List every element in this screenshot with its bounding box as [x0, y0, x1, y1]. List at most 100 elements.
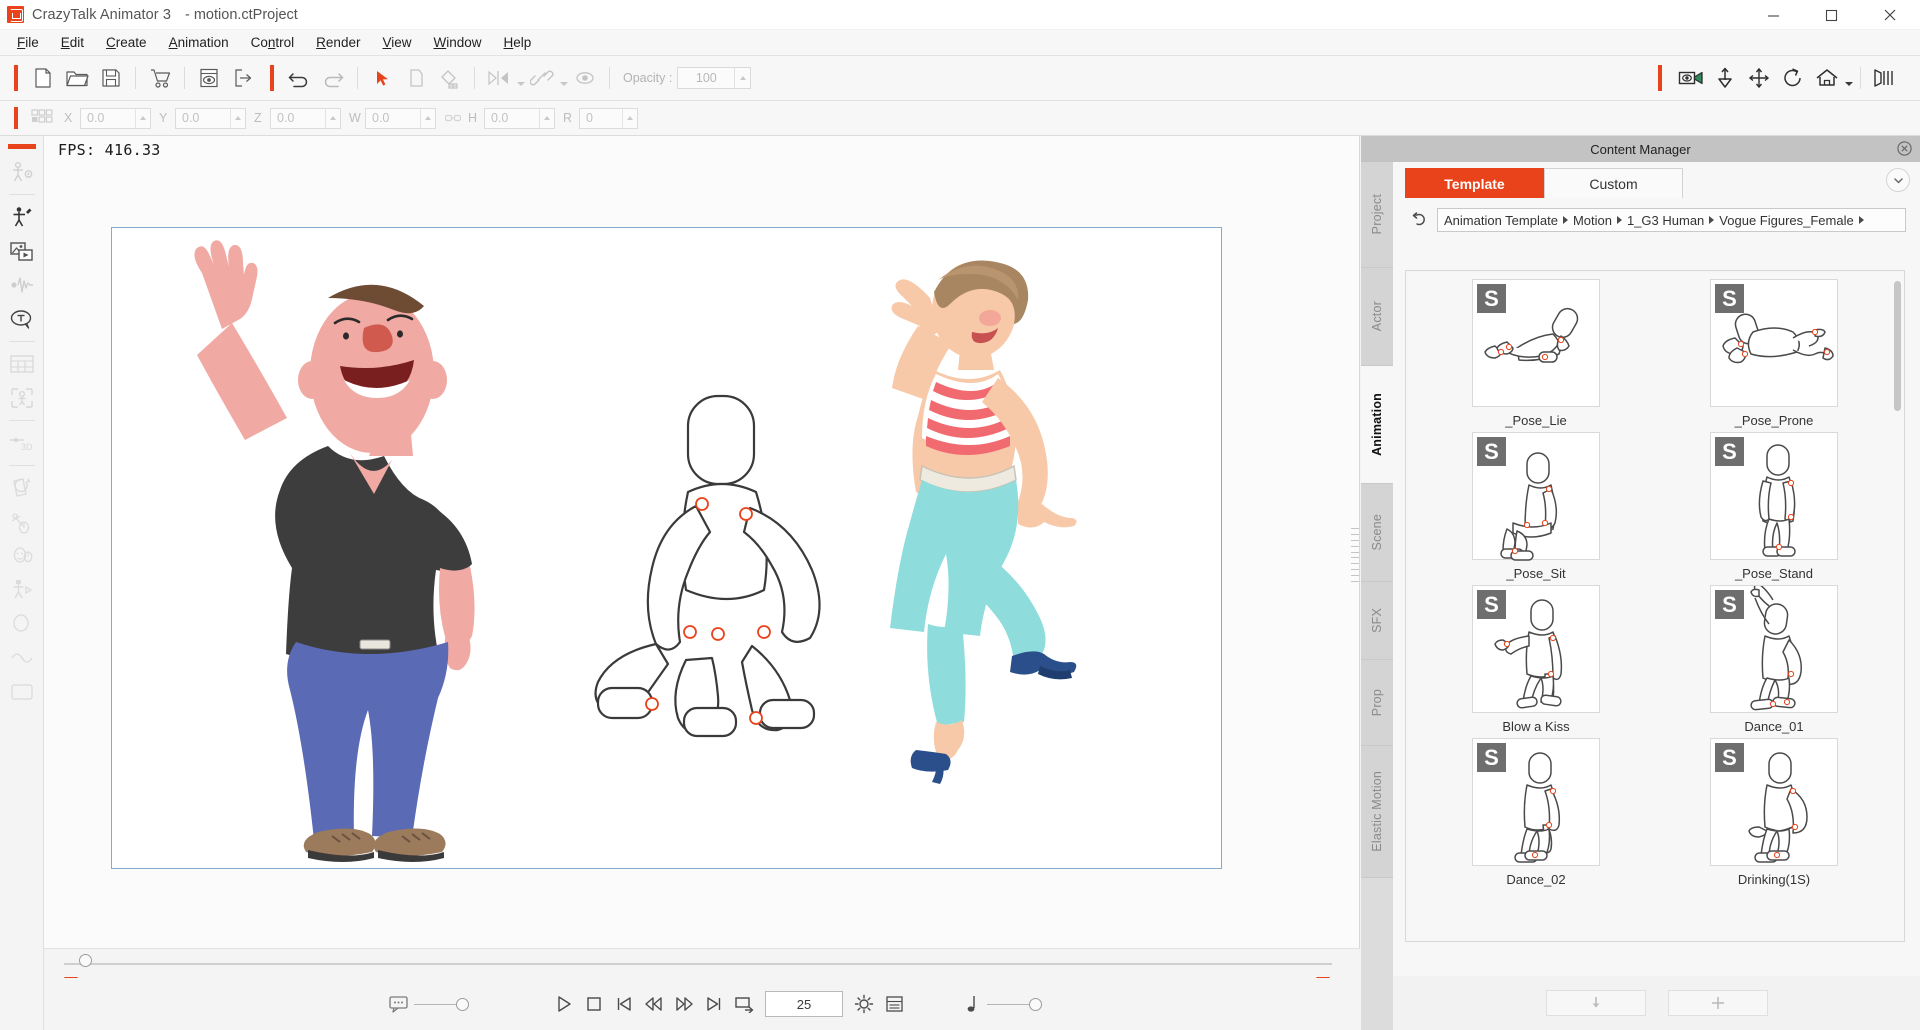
open-project-icon[interactable]: [60, 61, 94, 95]
transform-input-w[interactable]: [366, 109, 420, 128]
vtab-prop[interactable]: Prop: [1361, 660, 1393, 746]
vtab-scene[interactable]: Scene: [1361, 484, 1393, 582]
transform-stepper-y[interactable]: [175, 108, 246, 129]
rail-item-motion-puppet[interactable]: [2, 505, 42, 539]
transform-input-x[interactable]: [81, 109, 135, 128]
music-note-icon[interactable]: [957, 989, 987, 1019]
chevron-down-icon[interactable]: [1886, 168, 1910, 192]
transform-field-z[interactable]: Z: [254, 108, 341, 129]
transform-stepper-h[interactable]: [484, 108, 555, 129]
menu-render[interactable]: Render: [305, 32, 371, 53]
play-button[interactable]: [549, 989, 579, 1019]
go-to-start-button[interactable]: [609, 989, 639, 1019]
transform-stepper-r[interactable]: [579, 108, 638, 129]
timeline-scrub-strip[interactable]: [44, 948, 1360, 978]
transform-input-z[interactable]: [271, 109, 325, 128]
preview-render-icon[interactable]: [192, 61, 226, 95]
select-arrow-icon[interactable]: [365, 61, 399, 95]
rail-item-character-setup[interactable]: [2, 155, 42, 189]
menu-view[interactable]: View: [371, 32, 422, 53]
vtab-sfx[interactable]: SFX: [1361, 582, 1393, 660]
transform-field-r[interactable]: R: [563, 108, 638, 129]
panel-resize-grip[interactable]: [1351, 526, 1359, 584]
current-frame-field[interactable]: 25: [765, 991, 843, 1017]
list-item[interactable]: S: [1662, 432, 1886, 581]
list-item[interactable]: S: [1424, 279, 1648, 428]
list-item[interactable]: S: [1424, 432, 1648, 581]
content-grid-scrollbar[interactable]: [1894, 281, 1901, 411]
rail-item-media-clip[interactable]: [2, 234, 42, 268]
thumbnail-drinking-1s[interactable]: S: [1710, 738, 1838, 866]
depth-layers-icon[interactable]: [1868, 61, 1902, 95]
transform-field-x[interactable]: X: [64, 108, 151, 129]
rail-item-3d-mode[interactable]: 3D: [2, 426, 42, 460]
go-to-end-button[interactable]: [699, 989, 729, 1019]
thumbnail-pose-prone[interactable]: S: [1710, 279, 1838, 407]
list-item[interactable]: S: [1662, 279, 1886, 428]
transform-spin-x[interactable]: [135, 109, 150, 128]
speech-slider-handle[interactable]: [456, 998, 469, 1011]
rail-item-edit-actor[interactable]: [2, 200, 42, 234]
thumbnail-dance-02[interactable]: S: [1472, 738, 1600, 866]
anchor-pin-icon[interactable]: [1708, 61, 1742, 95]
transform-input-h[interactable]: [485, 109, 539, 128]
vtab-project[interactable]: Project: [1361, 162, 1393, 268]
minimize-icon[interactable]: [1744, 0, 1802, 30]
step-forward-button[interactable]: [669, 989, 699, 1019]
opacity-spin-buttons[interactable]: [734, 68, 750, 88]
move-tool-icon[interactable]: [1742, 61, 1776, 95]
breadcrumb-item-2[interactable]: 1_G3 Human: [1627, 213, 1704, 228]
waving-man-character[interactable]: [132, 228, 552, 869]
download-content-button[interactable]: [1546, 990, 1646, 1016]
transform-input-r[interactable]: [580, 109, 622, 128]
rail-item-elastic-motion[interactable]: [2, 641, 42, 675]
stage-area[interactable]: FPS: 416.33: [44, 136, 1360, 948]
list-item[interactable]: S: [1662, 585, 1886, 734]
list-item[interactable]: S: [1424, 738, 1648, 887]
content-thumbnail-grid[interactable]: S: [1405, 270, 1905, 942]
breadcrumb[interactable]: Animation Template Motion 1_G3 Human Vog…: [1437, 208, 1906, 232]
thumbnail-pose-sit[interactable]: S: [1472, 432, 1600, 560]
rail-item-transform-layer[interactable]: [2, 471, 42, 505]
home-dropdown-arrow-icon[interactable]: [1844, 61, 1853, 95]
rail-item-text-bubble[interactable]: [2, 302, 42, 336]
rail-item-face-fit[interactable]: [2, 381, 42, 415]
link-wh-icon[interactable]: [444, 112, 462, 124]
rail-item-sprite-sheet[interactable]: [2, 347, 42, 381]
rail-item-face-puppet[interactable]: [2, 539, 42, 573]
transform-stepper-w[interactable]: [365, 108, 436, 129]
loop-button[interactable]: [729, 989, 759, 1019]
transform-stepper-z[interactable]: [270, 108, 341, 129]
rotate-tool-icon[interactable]: [1776, 61, 1810, 95]
camera-view-icon[interactable]: [1674, 61, 1708, 95]
thumbnail-dance-01[interactable]: S: [1710, 585, 1838, 713]
breadcrumb-item-0[interactable]: Animation Template: [1444, 213, 1558, 228]
sun-settings-icon[interactable]: [849, 989, 879, 1019]
back-arrow-icon[interactable]: [1407, 209, 1437, 231]
transform-spin-w[interactable]: [420, 109, 435, 128]
transform-field-w[interactable]: W: [349, 108, 436, 129]
tab-custom[interactable]: Custom: [1544, 168, 1683, 198]
shopping-cart-icon[interactable]: [143, 61, 177, 95]
vtab-animation[interactable]: Animation: [1361, 366, 1393, 484]
breadcrumb-item-3[interactable]: Vogue Figures_Female: [1719, 213, 1853, 228]
menu-window[interactable]: Window: [422, 32, 492, 53]
step-back-button[interactable]: [639, 989, 669, 1019]
export-icon[interactable]: [226, 61, 260, 95]
menu-help[interactable]: Help: [493, 32, 543, 53]
timeline-scrub-handle[interactable]: [79, 954, 92, 967]
thumbnail-pose-lie[interactable]: S: [1472, 279, 1600, 407]
transform-spin-y[interactable]: [230, 109, 245, 128]
breadcrumb-item-1[interactable]: Motion: [1573, 213, 1612, 228]
home-view-icon[interactable]: [1810, 61, 1844, 95]
transform-field-y[interactable]: Y: [159, 108, 246, 129]
menu-create[interactable]: Create: [95, 32, 158, 53]
undo-icon[interactable]: [282, 61, 316, 95]
speech-volume-slider[interactable]: [414, 998, 469, 1011]
transform-spin-r[interactable]: [622, 109, 637, 128]
timeline-track[interactable]: [64, 963, 1332, 965]
tab-template[interactable]: Template: [1405, 168, 1544, 198]
transform-spin-z[interactable]: [325, 109, 340, 128]
stop-button[interactable]: [579, 989, 609, 1019]
stage-canvas[interactable]: [111, 227, 1222, 869]
